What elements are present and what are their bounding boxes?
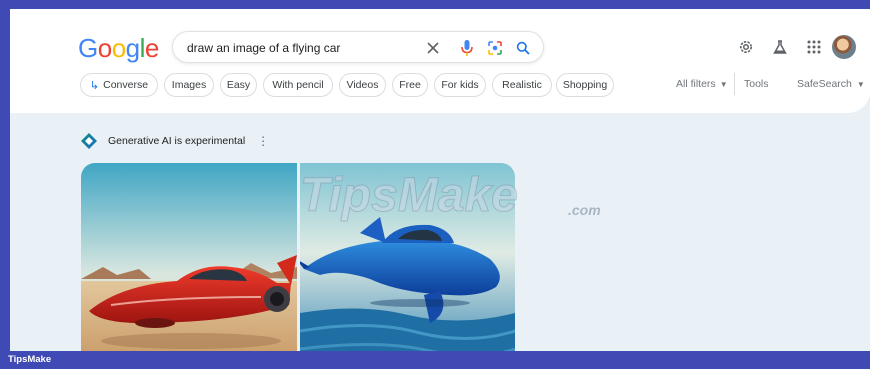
chip-label: Shopping: [562, 79, 608, 91]
chip-realistic[interactable]: Realistic: [492, 73, 552, 97]
chip-label: Easy: [226, 79, 251, 91]
search-header: Google draw an image of a flying car ↳ C…: [10, 9, 870, 113]
logo-letter: g: [125, 33, 140, 63]
chip-label: Videos: [346, 79, 379, 91]
browser-viewport: Google draw an image of a flying car ↳ C…: [10, 9, 870, 351]
watermark-text: TipsMake: [300, 169, 518, 222]
bottom-bar-label: TipsMake: [8, 354, 52, 365]
more-options-icon[interactable]: ⋮: [257, 134, 269, 148]
chip-shopping[interactable]: Shopping: [556, 73, 614, 97]
chip-for-kids[interactable]: For kids: [434, 73, 486, 97]
safesearch-button[interactable]: SafeSearch ▼: [797, 78, 865, 90]
dropdown-caret-icon: ▼: [856, 79, 865, 89]
chip-label: Images: [171, 79, 207, 91]
logo-letter: o: [97, 33, 112, 63]
chip-label: Free: [399, 79, 421, 91]
clear-icon[interactable]: [423, 38, 443, 58]
chip-easy[interactable]: Easy: [220, 73, 257, 97]
chip-label: Realistic: [502, 79, 542, 91]
safesearch-label: SafeSearch: [797, 78, 852, 90]
dropdown-caret-icon: ▼: [719, 79, 728, 89]
watermark-suffix: .com: [568, 202, 601, 218]
chip-label: Converse: [103, 79, 149, 91]
chip-with-pencil[interactable]: With pencil: [263, 73, 333, 97]
generated-image-flying-car[interactable]: [81, 163, 297, 351]
labs-flask-icon[interactable]: [770, 37, 790, 57]
lens-camera-icon[interactable]: [485, 38, 505, 58]
tools-button[interactable]: Tools: [744, 78, 769, 90]
chip-label: With pencil: [272, 79, 324, 91]
sge-diamond-icon: [81, 133, 97, 149]
bottom-bar: TipsMake: [0, 351, 870, 369]
chip-converse[interactable]: ↳ Converse: [80, 73, 158, 97]
chip-images[interactable]: Images: [164, 73, 214, 97]
search-input[interactable]: [187, 39, 417, 57]
logo-letter: o: [111, 33, 126, 63]
apps-grid-icon[interactable]: [804, 37, 824, 57]
tipsmake-watermark: TipsMake .com: [300, 167, 620, 227]
logo-letter: G: [78, 33, 98, 63]
settings-gear-icon[interactable]: [736, 37, 756, 57]
search-box: [172, 31, 544, 63]
chip-free[interactable]: Free: [392, 73, 428, 97]
chip-label: For kids: [441, 79, 479, 91]
return-arrow-icon: ↳: [89, 79, 100, 92]
filters-divider: [734, 73, 735, 95]
logo-letter: e: [144, 33, 159, 63]
generative-ai-label: Generative AI is experimental: [108, 135, 246, 147]
all-filters-button[interactable]: All filters ▼: [676, 78, 728, 90]
all-filters-label: All filters: [676, 78, 716, 90]
google-logo[interactable]: Google: [78, 33, 159, 64]
microphone-icon[interactable]: [457, 38, 477, 58]
account-avatar[interactable]: [832, 35, 856, 59]
search-icon[interactable]: [513, 38, 533, 58]
generative-ai-header: Generative AI is experimental ⋮: [80, 131, 269, 151]
chip-videos[interactable]: Videos: [339, 73, 386, 97]
tools-label: Tools: [744, 78, 769, 90]
